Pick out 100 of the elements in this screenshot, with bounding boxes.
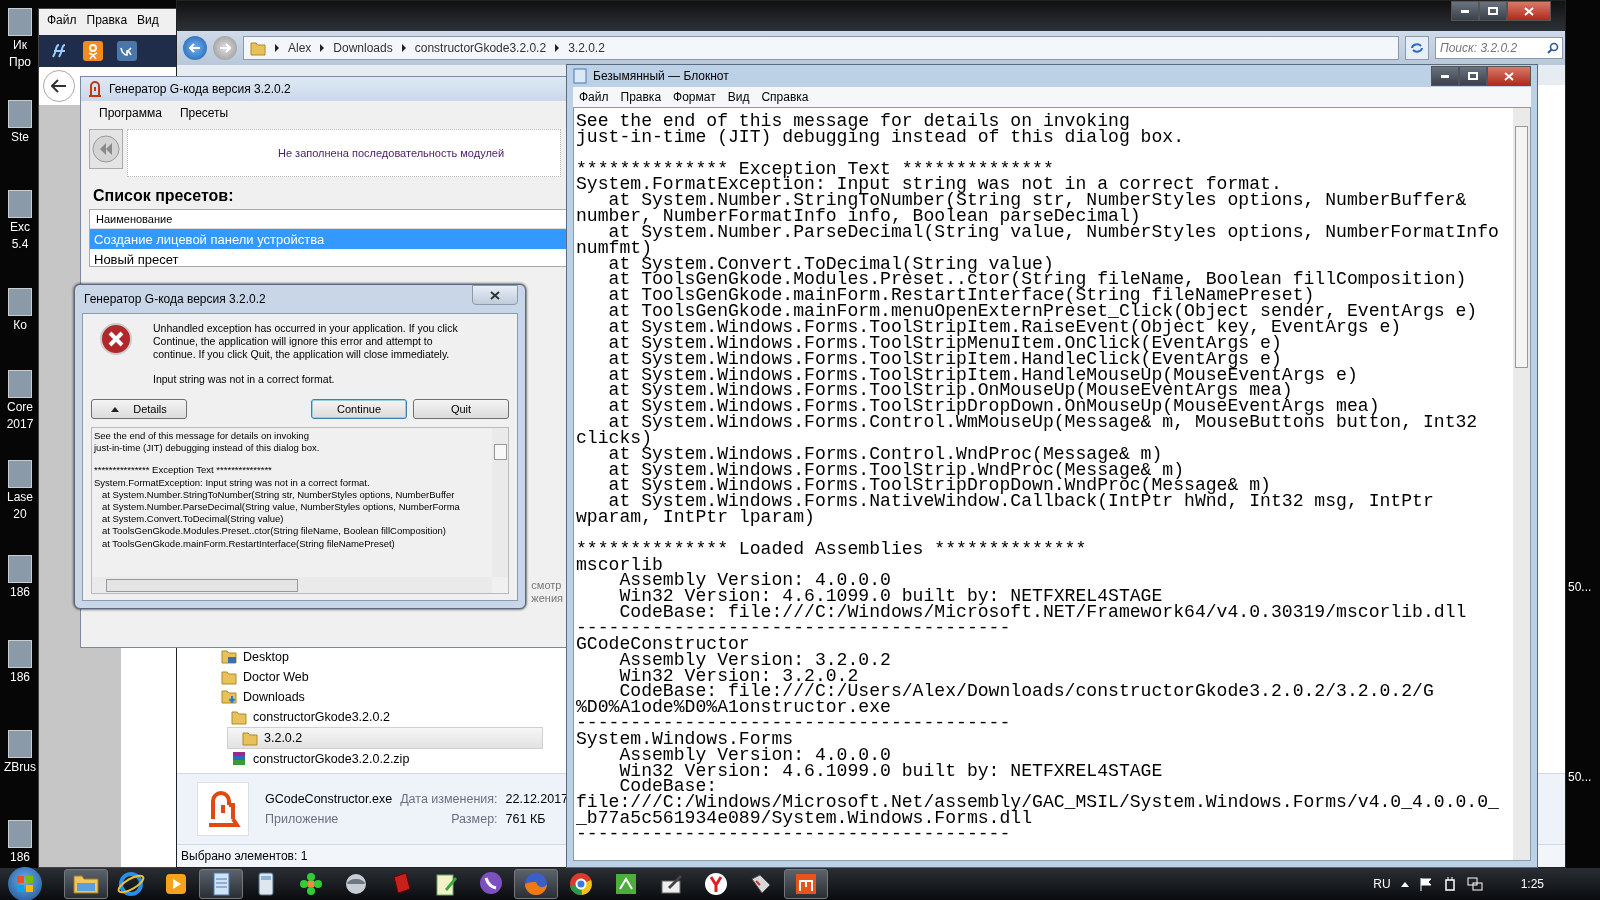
text-line: Assembly Version: 4.0.0.0 — [619, 747, 892, 764]
search-field[interactable]: Поиск: 3.2.0.2 — [1435, 37, 1563, 59]
ok-social-icon[interactable] — [83, 41, 103, 61]
network-icon[interactable] — [1466, 877, 1483, 891]
power-plug-icon[interactable] — [1442, 877, 1457, 891]
button-label: жения — [531, 592, 563, 605]
close-icon — [1504, 71, 1514, 81]
text-line: at System.Convert.ToDecimal(String value) — [608, 256, 1054, 273]
back-arrow-icon — [189, 43, 201, 53]
refresh-button[interactable] — [1405, 36, 1429, 60]
rewind-button[interactable] — [89, 129, 123, 169]
flag-icon[interactable] — [1418, 877, 1433, 891]
desktop-icon-label: Ко — [13, 318, 27, 333]
dialog-title: Генератор G-кода версия 3.2.0.2 — [84, 292, 266, 306]
tree-item[interactable]: Downloads — [217, 687, 305, 707]
menu-item[interactable]: Правка — [620, 90, 662, 104]
menu-item[interactable]: Файл — [579, 90, 609, 104]
text-line: ---------------------------------------- — [576, 716, 1012, 732]
details-button[interactable]: Details — [91, 399, 187, 419]
desktop-icon-label: Core — [7, 400, 33, 415]
notepad-icon — [573, 68, 587, 84]
chevron-icon — [319, 44, 326, 52]
back-arrow-icon — [51, 79, 67, 93]
clock[interactable]: 1:25 — [1520, 877, 1544, 891]
menu-item[interactable]: Пресеты — [179, 106, 229, 120]
preset-row[interactable]: Новый пресет — [90, 249, 568, 269]
tree-item[interactable]: 3.2.0.2 — [227, 727, 543, 749]
error-detail: Input string was not in a correct format. — [153, 373, 336, 385]
menu-item[interactable]: Справка — [761, 90, 809, 104]
text-line: at System.Windows.Forms.Control.WmMouseUp(Message& m, MouseButtons button, Int32 — [608, 415, 1479, 431]
close-button[interactable] — [1507, 1, 1551, 21]
tree-item[interactable]: Desktop — [217, 647, 289, 667]
text-line: _b77a5c561934e089/System.Windows.Forms.dll — [576, 811, 1033, 827]
tree-item[interactable]: constructorGkode3.2.0.2 — [227, 707, 390, 727]
text-line: number, NumberFormatInfo info, Boolean parseDecimal) — [576, 209, 1141, 225]
machine-icon — [197, 782, 249, 836]
status-text: Не заполнена последовательность модулей — [278, 147, 505, 159]
vk-social-icon[interactable] — [117, 41, 137, 61]
maximize-button[interactable] — [1479, 1, 1507, 21]
text-line: at ToolsGenGkode.mainForm.menuOpenExternPreset_Click(Object sender, EventArgs e) — [607, 304, 1479, 320]
text-line: System.Windows.Forms — [576, 731, 794, 748]
text-line: CodeBase: file:///C:/Windows/Microsoft.NET/Framework64/v4.0.30319/mscorlib.dll — [618, 605, 1468, 621]
refresh-icon — [1410, 42, 1424, 54]
minimize-button[interactable] — [1431, 66, 1459, 86]
desktop-icon-label: Ste — [11, 130, 29, 145]
date-label: Дата изменения: — [400, 792, 498, 806]
text-line: See the end of this message for details on invoking — [576, 114, 1131, 130]
quit-button[interactable]: Quit — [413, 399, 509, 419]
text-line: ---------------------------------------- — [576, 826, 1011, 843]
breadcrumb[interactable]: 3.2.0.2 — [568, 41, 605, 55]
text-line: ************** Loaded Assemblies ************** — [576, 541, 1088, 558]
details-line: just-in-time (JIT) debugging instead of this dialog box. — [94, 442, 321, 455]
breadcrumb[interactable]: constructorGkode3.2.0.2 — [414, 41, 547, 55]
start-button[interactable] — [8, 867, 42, 900]
archive-icon — [231, 751, 247, 767]
desktop-icon-label: 50... — [1568, 770, 1592, 785]
continue-button[interactable]: Continue — [311, 399, 407, 419]
tree-item[interactable]: Doctor Web — [217, 667, 309, 687]
size-label: Размер: — [450, 812, 498, 826]
breadcrumb[interactable]: Alex — [288, 41, 312, 55]
scrollbar[interactable] — [1513, 108, 1530, 860]
maximize-button[interactable] — [1459, 66, 1487, 86]
address-bar[interactable]: Alex Downloads constructorGkode3.2.0.2 3.2.0.2 — [243, 36, 1399, 60]
up-caret-icon[interactable] — [1400, 881, 1409, 887]
rewind-icon — [92, 135, 120, 163]
text-line: at System.Windows.Forms.NativeWindow.Callback(IntPtr hWnd, Int32 msg, IntPtr — [607, 494, 1435, 511]
machine-icon — [87, 81, 103, 97]
text-line: at System.Windows.Forms.ToolStripItem.RaiseEvent(Object key, EventArgs e) — [607, 319, 1402, 336]
close-icon — [490, 290, 500, 300]
back-button[interactable] — [43, 70, 75, 102]
caret-icon — [111, 406, 120, 412]
desktop-icon-label: Exc — [10, 220, 30, 235]
menu-item[interactable]: Формат — [673, 90, 716, 104]
text-line: clicks) — [576, 430, 652, 447]
language-indicator[interactable]: RU — [1373, 877, 1391, 891]
text-line: at System.Windows.Forms.ToolStripMenuItem.OnClick(EventArgs e) — [607, 335, 1282, 352]
details-line: *************** Exception Text *************** — [94, 464, 273, 477]
minimize-button[interactable] — [1451, 1, 1479, 21]
text-line: wparam, IntPtr lparam) — [576, 510, 815, 526]
desktop-icon-label: Ик — [13, 38, 27, 53]
breadcrumb[interactable]: Downloads — [333, 41, 393, 55]
desktop-icon-label: 2017 — [6, 417, 34, 432]
scrollbar[interactable] — [92, 577, 492, 593]
tree-item[interactable]: constructorGkode3.2.0.2.zip — [227, 749, 410, 769]
size-value: 761 КБ — [505, 812, 547, 826]
menu-item[interactable]: Программа — [99, 106, 162, 120]
menu-item[interactable]: Вид — [727, 90, 750, 104]
details-line: System.FormatException: Input string was not in a correct format. — [94, 476, 371, 489]
scrollbar[interactable] — [492, 428, 508, 577]
close-button[interactable] — [1487, 66, 1531, 86]
details-line: at ToolsGenGkode.mainForm.RestartInterface(String fileNamePreset) — [100, 537, 396, 550]
menu-item[interactable]: Файл — [47, 13, 77, 31]
chevron-icon — [274, 44, 280, 52]
details-line: See the end of this message for details on invoking — [94, 430, 310, 443]
text-line: mscorlib — [576, 557, 663, 574]
menu-item[interactable]: Вид — [137, 13, 159, 31]
close-button[interactable] — [472, 285, 518, 305]
file-name: GCodeConstructor.exe — [265, 792, 393, 806]
menu-item[interactable]: Правка — [86, 13, 128, 31]
globe-e-icon[interactable] — [116, 869, 146, 899]
